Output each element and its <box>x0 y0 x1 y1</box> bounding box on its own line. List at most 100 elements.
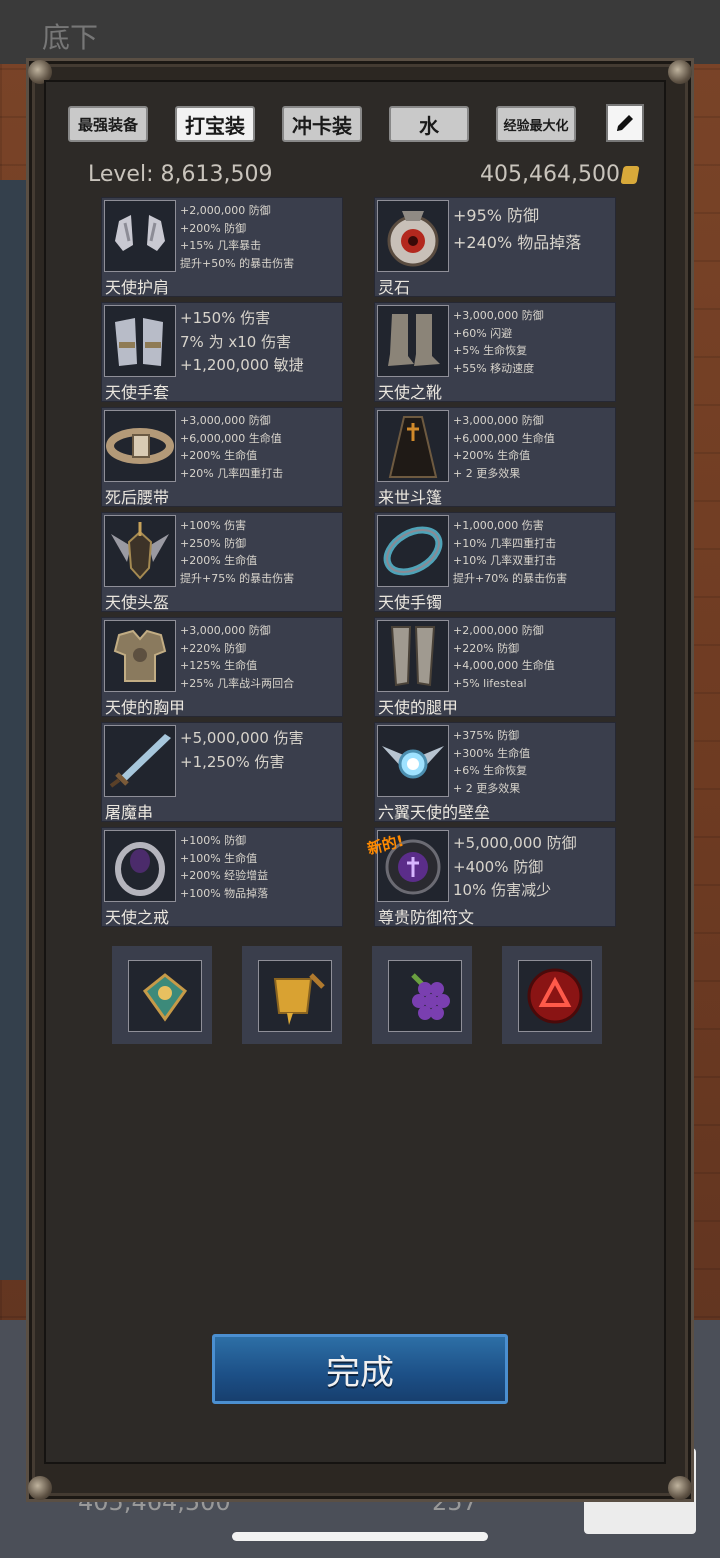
equipment-slot-chest[interactable]: +3,000,000 防御 +220% 防御 +125% 生命值 +25% 几率… <box>101 617 343 717</box>
equipment-slot-belt[interactable]: +3,000,000 防御 +6,000,000 生命值 +200% 生命值 +… <box>101 407 343 507</box>
stat-line: +6,000,000 生命值 <box>180 431 282 445</box>
stat-line: +200% 生命值 <box>453 449 531 463</box>
item-stats: +150% 伤害 7% 为 x10 伤害 +1,200,000 敏捷 <box>180 307 340 378</box>
consumable-slot-1[interactable] <box>112 946 212 1044</box>
tab-water[interactable]: 水 <box>389 106 469 142</box>
item-name: 天使手套 <box>105 383 170 402</box>
stat-line: 10% 伤害减少 <box>453 881 552 899</box>
boots-icon <box>377 305 449 377</box>
tab-loot-gear[interactable]: 打宝装 <box>175 106 255 142</box>
stat-line: +2,000,000 防御 <box>453 624 544 637</box>
stat-line: +100% 生命值 <box>180 851 258 865</box>
stat-line: +4,000,000 生命值 <box>453 659 555 673</box>
consumable-slot-3[interactable] <box>372 946 472 1044</box>
item-name: 来世斗篷 <box>378 488 443 507</box>
equipment-slot-helmet[interactable]: +100% 伤害 +250% 防御 +200% 生命值 提升+75% 的暴击伤害… <box>101 512 343 612</box>
stat-line: +220% 防御 <box>180 641 247 655</box>
pencil-icon <box>617 115 633 131</box>
equipment-slot-legs[interactable]: +2,000,000 防御 +220% 防御 +4,000,000 生命值 +5… <box>374 617 616 717</box>
player-level: Level: 8,613,509 <box>88 162 273 187</box>
equipment-slot-bracelet[interactable]: +1,000,000 伤害 +10% 几率四重打击 +10% 几率双重打击 提升… <box>374 512 616 612</box>
stat-line: +60% 闪避 <box>453 326 513 340</box>
frame-corner-rivet <box>668 1476 692 1500</box>
shoulder-guard-icon <box>104 200 176 272</box>
stat-line: 7% 为 x10 伤害 <box>180 332 292 351</box>
equipment-slot-cloak[interactable]: +3,000,000 防御 +6,000,000 生命值 +200% 生命值 +… <box>374 407 616 507</box>
stat-line: +240% 物品掉落 <box>453 233 582 252</box>
tab-max-exp[interactable]: 经验最大化 <box>496 106 576 142</box>
tab-strongest-gear[interactable]: 最强装备 <box>68 106 148 142</box>
stat-line: +2,000,000 防御 <box>180 204 271 217</box>
spirit-stone-icon <box>377 200 449 272</box>
equipment-slot-shield[interactable]: +375% 防御 +300% 生命值 +6% 生命恢复 + 2 更多效果 六翼天… <box>374 722 616 822</box>
item-name: 死后腰带 <box>105 488 170 507</box>
winged-helmet-icon <box>104 515 176 587</box>
stat-line: +250% 防御 <box>180 536 247 550</box>
stat-line: 提升+50% 的暴击伤害 <box>180 256 295 270</box>
stat-line: +3,000,000 防御 <box>453 414 544 427</box>
item-name: 天使护肩 <box>105 278 170 297</box>
stat-line: +95% 防御 <box>453 206 540 225</box>
item-stats: +95% 防御 +240% 物品掉落 <box>453 202 613 256</box>
stat-line: +5% 生命恢复 <box>453 344 528 358</box>
red-rune-icon <box>518 960 592 1032</box>
stat-line: +200% 经验增益 <box>180 869 269 883</box>
equipment-slot-gloves[interactable]: +150% 伤害 7% 为 x10 伤害 +1,200,000 敏捷 天使手套 <box>101 302 343 402</box>
stat-line: +300% 生命值 <box>453 746 531 760</box>
stat-line: +375% 防御 <box>453 729 520 742</box>
item-stats: +2,000,000 防御 +200% 防御 +15% 几率暴击 提升+50% … <box>180 202 340 272</box>
honey-jar-icon <box>258 960 332 1032</box>
frame-corner-rivet <box>28 1476 52 1500</box>
stat-line: +1,250% 伤害 <box>180 752 285 771</box>
equipment-slot-rune[interactable]: 新的! +5,000,000 防御 +400% 防御 10% 伤害减少 尊贵防御… <box>365 827 616 927</box>
stat-line: +5,000,000 伤害 <box>180 729 304 747</box>
stat-line: +220% 防御 <box>453 641 520 655</box>
consumable-slot-2[interactable] <box>242 946 342 1044</box>
stat-line: + 2 更多效果 <box>453 781 521 795</box>
stat-line: +15% 几率暴击 <box>180 239 262 253</box>
edit-loadout-button[interactable] <box>606 104 644 142</box>
equipment-slot-weapon[interactable]: +5,000,000 伤害 +1,250% 伤害 屠魔串 <box>101 722 343 822</box>
stat-line: +5,000,000 防御 <box>453 834 577 852</box>
equipment-slot-ring[interactable]: +100% 防御 +100% 生命值 +200% 经验增益 +100% 物品掉落… <box>101 827 343 927</box>
item-name: 灵石 <box>378 278 411 297</box>
item-stats: +5,000,000 伤害 +1,250% 伤害 <box>180 727 340 774</box>
stat-line: +20% 几率四重打击 <box>180 466 284 480</box>
item-stats: +100% 伤害 +250% 防御 +200% 生命值 提升+75% 的暴击伤害 <box>180 517 340 587</box>
item-stats: +3,000,000 防御 +6,000,000 生命值 +200% 生命值 +… <box>453 412 613 482</box>
stat-line: + 2 更多效果 <box>453 466 521 480</box>
background-left-wall <box>0 180 26 1280</box>
item-name: 天使头盔 <box>105 593 170 612</box>
equipment-slot-boots[interactable]: +3,000,000 防御 +60% 闪避 +5% 生命恢复 +55% 移动速度… <box>374 302 616 402</box>
gold-amount: 405,464,500 <box>480 162 620 187</box>
stat-line: +200% 生命值 <box>180 554 258 568</box>
equipment-slot-shoulders[interactable]: +2,000,000 防御 +200% 防御 +15% 几率暴击 提升+50% … <box>101 197 343 297</box>
stat-line: +25% 几率战斗两回合 <box>180 676 295 690</box>
item-stats: +375% 防御 +300% 生命值 +6% 生命恢复 + 2 更多效果 <box>453 727 613 797</box>
winged-shield-icon <box>377 725 449 797</box>
frame-corner-rivet <box>668 60 692 84</box>
stat-line: +6% 生命恢复 <box>453 764 528 778</box>
leg-armor-icon <box>377 620 449 692</box>
stat-line: +10% 几率四重打击 <box>453 536 557 550</box>
stat-line: +3,000,000 防御 <box>180 414 271 427</box>
item-stats: +2,000,000 防御 +220% 防御 +4,000,000 生命值 +5… <box>453 622 613 692</box>
equipment-slot-gem[interactable]: +95% 防御 +240% 物品掉落 灵石 <box>374 197 616 297</box>
item-name: 屠魔串 <box>105 803 154 822</box>
background-top-bar <box>0 0 720 64</box>
item-name: 六翼天使的壁垒 <box>378 803 491 822</box>
done-button[interactable]: 完成 <box>212 1334 508 1404</box>
sword-icon <box>104 725 176 797</box>
item-name: 天使手镯 <box>378 593 443 612</box>
stat-line: 提升+75% 的暴击伤害 <box>180 571 295 585</box>
item-name: 天使之靴 <box>378 383 443 402</box>
item-stats: +3,000,000 防御 +220% 防御 +125% 生命值 +25% 几率… <box>180 622 340 692</box>
stat-line: +200% 生命值 <box>180 449 258 463</box>
stat-line: +6,000,000 生命值 <box>453 431 555 445</box>
amulet-icon <box>128 960 202 1032</box>
cloak-icon <box>377 410 449 482</box>
item-stats: +3,000,000 防御 +6,000,000 生命值 +200% 生命值 +… <box>180 412 340 482</box>
tab-push-gear[interactable]: 冲卡装 <box>282 106 362 142</box>
item-name: 天使的腿甲 <box>378 698 459 717</box>
consumable-slot-4[interactable] <box>502 946 602 1044</box>
